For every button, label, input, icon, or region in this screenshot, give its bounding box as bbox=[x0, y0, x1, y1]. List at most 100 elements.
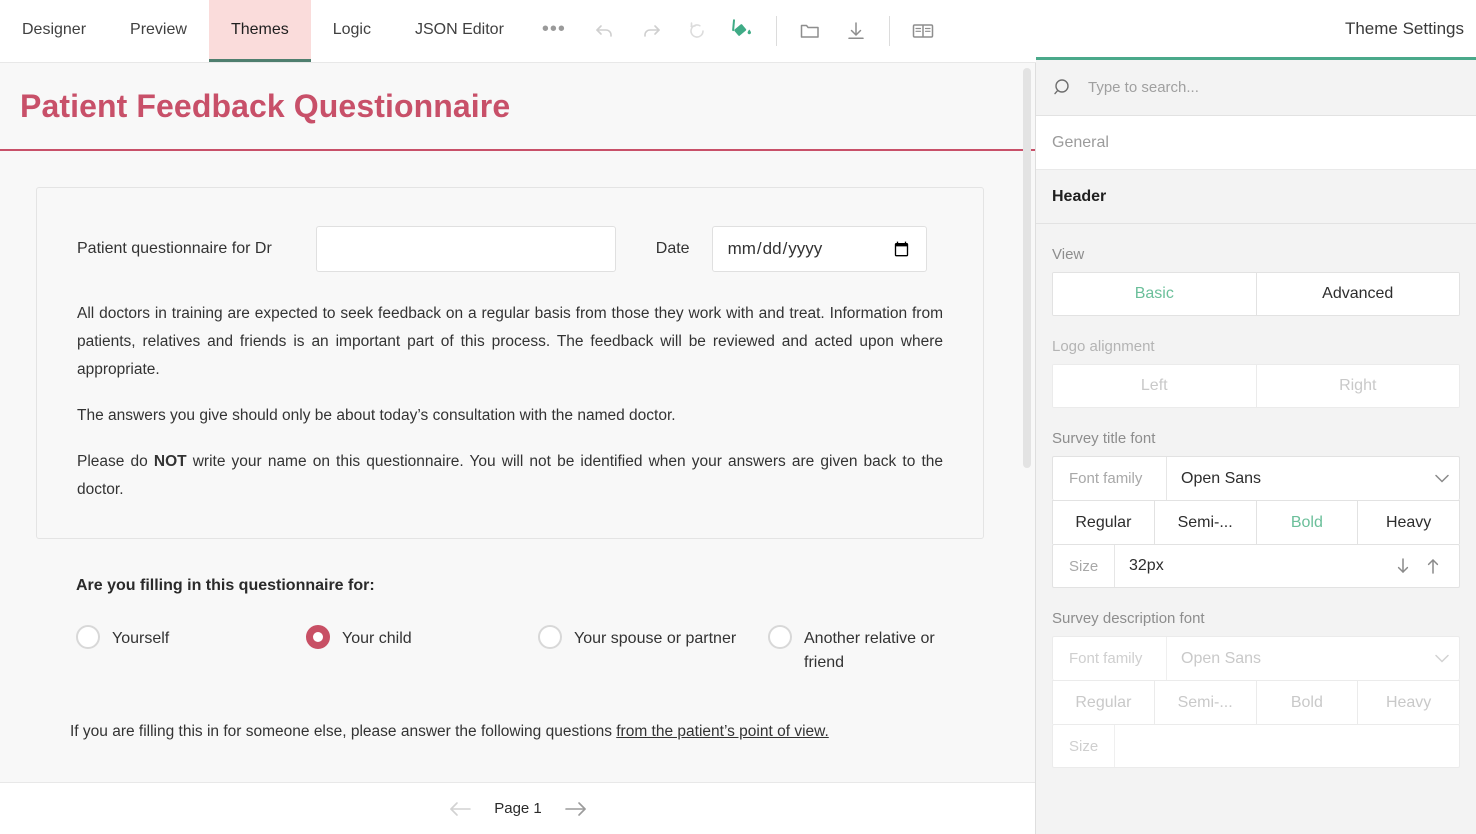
doctor-label: Patient questionnaire for Dr bbox=[77, 240, 272, 258]
search-input[interactable] bbox=[1086, 78, 1416, 97]
intro-paragraph-3-part-b: write your name on this questionnaire. Y… bbox=[77, 453, 943, 498]
tab-themes[interactable]: Themes bbox=[209, 0, 311, 62]
ellipsis-icon: ••• bbox=[542, 18, 566, 41]
survey-description-weight-regular-label: Regular bbox=[1075, 694, 1131, 712]
radio-option-label: Another relative or friend bbox=[804, 627, 943, 675]
view-option-basic-label: Basic bbox=[1135, 285, 1174, 303]
survey-title-weight-bold[interactable]: Bold bbox=[1257, 501, 1359, 544]
survey-description-font-size-key: Size bbox=[1053, 725, 1115, 767]
survey-description-font-family-row: Font family Open Sans bbox=[1052, 636, 1460, 680]
accordion-general[interactable]: General bbox=[1036, 116, 1476, 170]
more-menu-button[interactable]: ••• bbox=[526, 0, 582, 62]
survey-title-weight-regular[interactable]: Regular bbox=[1053, 501, 1155, 544]
survey-description-weight-bold: Bold bbox=[1257, 681, 1359, 724]
survey-description-font-stack: Font family Open Sans Regular Semi-... bbox=[1052, 636, 1460, 768]
view-option-advanced-label: Advanced bbox=[1322, 285, 1393, 303]
survey-description-weight-heavy: Heavy bbox=[1358, 681, 1459, 724]
intro-panel: Patient questionnaire for Dr Date All do… bbox=[36, 187, 984, 539]
tab-preview[interactable]: Preview bbox=[108, 0, 209, 62]
survey-title-font-size-increase-button[interactable] bbox=[1425, 556, 1441, 576]
accordion-header[interactable]: Header bbox=[1036, 170, 1476, 224]
radio-option-label: Your child bbox=[342, 627, 412, 651]
theme-settings-header: Theme Settings bbox=[1036, 0, 1476, 60]
survey-title-font-size-decrease-button[interactable] bbox=[1395, 556, 1411, 576]
logo-alignment-option-right-label: Right bbox=[1339, 377, 1376, 395]
download-button[interactable] bbox=[833, 0, 879, 62]
accordion-header-label: Header bbox=[1052, 188, 1106, 206]
survey-title-font-family-row[interactable]: Font family Open Sans bbox=[1052, 456, 1460, 500]
footnote-part-a: If you are filling this in for someone e… bbox=[70, 723, 616, 740]
panel-divider bbox=[1035, 0, 1036, 834]
survey-title-weight-heavy-label: Heavy bbox=[1386, 514, 1431, 532]
survey-description-weight-bold-label: Bold bbox=[1291, 694, 1323, 712]
open-file-button[interactable] bbox=[787, 0, 833, 62]
survey-title-font-stack: Font family Open Sans Regular Semi-... bbox=[1052, 456, 1460, 588]
survey-description-font-size-row: Size bbox=[1052, 724, 1460, 768]
radio-circle-icon bbox=[76, 625, 100, 649]
page-navigation: Page 1 bbox=[0, 782, 1036, 834]
radio-circle-icon bbox=[768, 625, 792, 649]
radio-option-your-child[interactable]: Your child bbox=[306, 627, 538, 651]
radio-option-yourself[interactable]: Yourself bbox=[76, 627, 306, 651]
designer-area: Designer Preview Themes Logic JSON Edito… bbox=[0, 0, 1036, 834]
preview-book-button[interactable] bbox=[900, 0, 946, 62]
undo-button[interactable] bbox=[582, 0, 628, 62]
undo-icon bbox=[593, 19, 617, 43]
footnote-text: If you are filling this in for someone e… bbox=[36, 675, 984, 741]
top-toolbar: Designer Preview Themes Logic JSON Edito… bbox=[0, 0, 1036, 63]
theme-settings-title: Theme Settings bbox=[1345, 19, 1464, 39]
download-icon bbox=[844, 19, 868, 43]
survey-title-font-size-key: Size bbox=[1053, 545, 1115, 587]
radio-option-spouse-partner[interactable]: Your spouse or partner bbox=[538, 627, 768, 651]
page-title: Patient Feedback Questionnaire bbox=[0, 89, 1036, 124]
preview-book-icon bbox=[910, 18, 936, 44]
view-option-basic[interactable]: Basic bbox=[1053, 273, 1257, 315]
folder-open-icon bbox=[798, 19, 822, 43]
tab-logic[interactable]: Logic bbox=[311, 0, 393, 62]
arrow-down-icon bbox=[1395, 556, 1411, 576]
designer-vertical-scrollbar[interactable] bbox=[1023, 68, 1031, 468]
view-group-label: View bbox=[1052, 246, 1460, 263]
survey-title-font-size-steppers bbox=[1395, 556, 1459, 576]
redo-button[interactable] bbox=[628, 0, 674, 62]
survey-title-font-family-dropdown-button[interactable] bbox=[1425, 474, 1459, 483]
logo-alignment-option-left: Left bbox=[1053, 365, 1257, 407]
arrow-left-icon bbox=[448, 801, 472, 817]
next-page-button[interactable] bbox=[564, 801, 588, 817]
date-input[interactable] bbox=[712, 226, 927, 272]
survey-description-weight-regular: Regular bbox=[1053, 681, 1155, 724]
survey-description-weight-semibold-label: Semi-... bbox=[1178, 694, 1233, 712]
footnote-link[interactable]: from the patient’s point of view. bbox=[616, 723, 829, 740]
chevron-down-icon bbox=[1435, 474, 1449, 483]
survey-title-font-family-key: Font family bbox=[1053, 457, 1167, 500]
theme-paint-button[interactable] bbox=[720, 0, 766, 62]
tab-designer[interactable]: Designer bbox=[0, 0, 108, 62]
survey-title-font-size-row[interactable]: Size 32px bbox=[1052, 544, 1460, 588]
tab-json-editor-label: JSON Editor bbox=[415, 21, 504, 39]
app-root: Designer Preview Themes Logic JSON Edito… bbox=[0, 0, 1476, 834]
doctor-name-input[interactable] bbox=[316, 226, 616, 272]
tab-json-editor[interactable]: JSON Editor bbox=[393, 0, 526, 62]
search-bar[interactable] bbox=[1036, 60, 1476, 116]
reset-button[interactable] bbox=[674, 0, 720, 62]
arrow-right-icon bbox=[564, 801, 588, 817]
radio-option-label: Your spouse or partner bbox=[574, 627, 736, 651]
logo-alignment-option-left-label: Left bbox=[1141, 377, 1168, 395]
tab-designer-label: Designer bbox=[22, 21, 86, 39]
survey-description-weight-heavy-label: Heavy bbox=[1386, 694, 1431, 712]
survey-title-weight-semibold-label: Semi-... bbox=[1178, 514, 1233, 532]
view-option-advanced[interactable]: Advanced bbox=[1257, 273, 1460, 315]
intro-paragraph-2: The answers you give should only be abou… bbox=[77, 402, 943, 430]
radio-circle-icon bbox=[538, 625, 562, 649]
radio-option-another-relative[interactable]: Another relative or friend bbox=[768, 627, 943, 675]
survey-title-weight-heavy[interactable]: Heavy bbox=[1358, 501, 1459, 544]
survey-title-font-weight-control: Regular Semi-... Bold Heavy bbox=[1052, 500, 1460, 544]
survey-title-weight-semibold[interactable]: Semi-... bbox=[1155, 501, 1257, 544]
prev-page-button[interactable] bbox=[448, 801, 472, 817]
survey-description-font-family-key: Font family bbox=[1053, 637, 1167, 680]
doctor-row: Patient questionnaire for Dr Date bbox=[77, 218, 943, 272]
search-icon bbox=[1052, 77, 1074, 99]
survey-description-font-family-dropdown-button bbox=[1425, 654, 1459, 663]
survey-description-font-weight-control: Regular Semi-... Bold Heavy bbox=[1052, 680, 1460, 724]
logo-alignment-segmented-control: Left Right bbox=[1052, 364, 1460, 408]
